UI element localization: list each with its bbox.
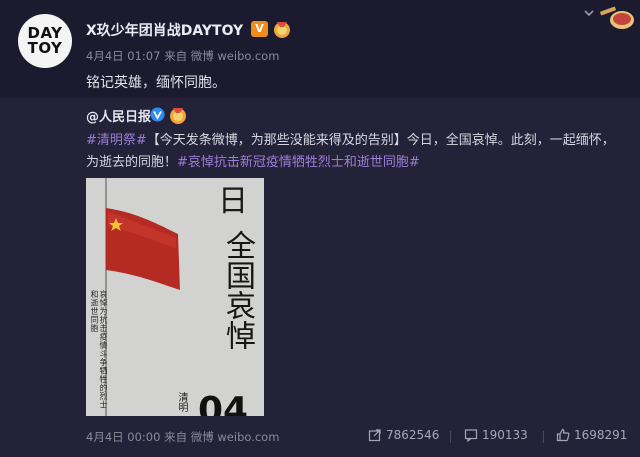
post-meta: 4月4日 01:07 来自 微博 weibo.com — [86, 49, 280, 63]
poster-top-char: 日 — [218, 184, 248, 219]
poster-subtitle: 哀悼为抗击疫情斗争牺牲的烈士和逝世同胞 — [90, 290, 108, 409]
post-text: 铭记英雄，缅怀同胞。 — [86, 75, 226, 91]
repost-author[interactable]: @人民日报 — [86, 106, 151, 125]
like-icon — [556, 428, 570, 442]
medal-icon — [170, 108, 186, 124]
comment-count-button[interactable]: 190133 — [464, 428, 528, 442]
repost-card[interactable]: @人民日报 #清明祭#【今天发条微博，为那些没能来得及的告别】今日，全国哀悼。此… — [0, 98, 640, 457]
comment-count: 190133 — [482, 428, 528, 442]
chevron-down-icon[interactable] — [582, 6, 596, 20]
avatar-text-line2: TOY — [27, 39, 63, 57]
verified-v-icon — [150, 107, 165, 122]
medal-icon — [274, 22, 290, 38]
topic-tag[interactable]: #哀悼抗击新冠疫情牺牲烈士和逝世同胞# — [177, 155, 420, 170]
like-count-button[interactable]: 1698291 — [556, 428, 627, 442]
card-decoration-icon — [600, 6, 634, 29]
poster-number: 04 — [198, 390, 249, 416]
poster-headline: 全国哀悼 — [220, 230, 255, 350]
comment-icon — [464, 429, 478, 442]
like-count: 1698291 — [574, 428, 628, 442]
avatar[interactable]: DAY TOY — [18, 14, 72, 68]
repost-meta: 4月4日 00:00 来自 微博 weibo.com — [86, 430, 280, 444]
divider — [450, 431, 451, 443]
poster-qingming: 清明 — [176, 392, 187, 412]
weibo-post: DAY TOY X玖少年团肖战DAYTOY V 4月4日 01:07 来自 微博… — [0, 0, 640, 457]
topic-tag[interactable]: #清明祭# — [86, 133, 147, 148]
author-name[interactable]: X玖少年团肖战DAYTOY — [86, 20, 243, 40]
divider — [543, 431, 544, 443]
repost-count-button[interactable]: 7862546 — [368, 428, 439, 442]
mourning-poster-image[interactable]: 日 全国哀悼 哀悼为抗击疫情斗争牺牲的烈士和逝世同胞 清明 04 — [86, 178, 264, 416]
verified-badge: V — [251, 21, 268, 37]
repost-text: #清明祭#【今天发条微博，为那些没能来得及的告别】今日，全国哀悼。此刻，一起缅怀… — [86, 130, 626, 174]
repost-icon — [368, 429, 381, 442]
repost-count: 7862546 — [386, 428, 440, 442]
